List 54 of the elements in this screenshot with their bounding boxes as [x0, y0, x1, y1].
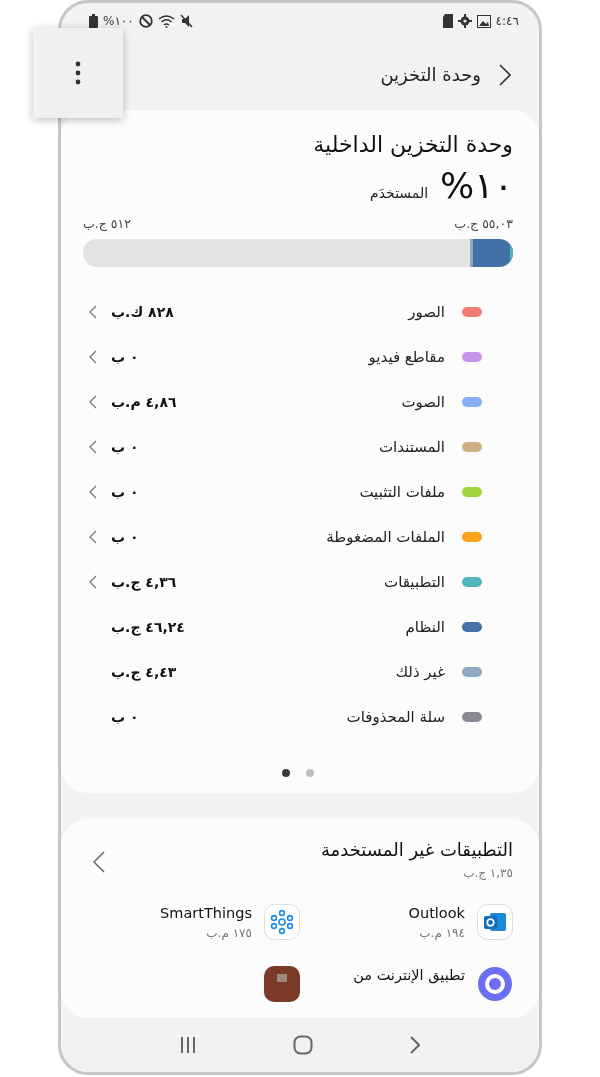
- category-label: النظام: [404, 617, 445, 636]
- used-amount: ٥٥,٠٣ ج.ب: [454, 216, 513, 231]
- app-name: تطبيق الإنترنت من: [353, 966, 465, 984]
- page-dot[interactable]: [282, 769, 290, 777]
- square-app-icon: [264, 966, 300, 1002]
- total-capacity: ٥١٢ ج.ب: [83, 216, 131, 231]
- category-size: ٠ ب: [111, 483, 140, 500]
- battery-percent: %١٠٠: [103, 14, 134, 28]
- category-size: ٤٦,٢٤ ج.ب: [111, 618, 186, 635]
- category-size: ٨٢٨ ك.ب: [111, 303, 175, 320]
- settings-icon: [457, 14, 472, 28]
- category-size: ٤,٨٦ م.ب: [111, 393, 178, 410]
- circle-app-icon: [477, 966, 513, 1002]
- mute-icon: [179, 14, 193, 28]
- back-nav-icon[interactable]: [410, 1036, 421, 1054]
- category-label: غير ذلك: [394, 662, 445, 681]
- category-size: ٠ ب: [111, 348, 140, 365]
- section-size: ١,٣٥ ج.ب: [462, 866, 513, 880]
- category-label: التطبيقات: [383, 572, 445, 591]
- app-name: Outlook: [408, 904, 465, 922]
- app-size: ١٩٤ م.ب: [418, 926, 465, 940]
- do-not-disturb-icon: [138, 14, 153, 28]
- recent-apps-icon[interactable]: [179, 1036, 196, 1054]
- battery-icon: [89, 14, 98, 28]
- envelope-app-icon: [477, 904, 513, 940]
- chevron-icon[interactable]: [93, 851, 105, 873]
- clock: ٤:٤٦: [495, 14, 519, 28]
- section-title: التطبيقات غير المستخدمة: [319, 839, 513, 860]
- app-size: ١٧٥ م.ب: [205, 926, 252, 940]
- back-icon[interactable]: [499, 63, 511, 86]
- category-size: ٤,٣٦ ج.ب: [111, 573, 178, 590]
- wifi-icon: [157, 14, 175, 28]
- more-icon: [75, 61, 81, 85]
- category-label: مقاطع فيديو: [367, 347, 445, 366]
- used-label: المستخدَم: [370, 185, 429, 201]
- category-label: الصوت: [400, 392, 445, 411]
- category-size: ٠ ب: [111, 438, 140, 455]
- category-label: الملفات المضغوطة: [325, 527, 445, 546]
- category-label: سلة المحذوفات: [345, 707, 445, 726]
- network-app-icon: [264, 904, 300, 940]
- image-icon: [476, 14, 491, 28]
- card-title: وحدة التخزين الداخلية: [312, 132, 513, 157]
- category-size: ٠ ب: [111, 528, 140, 545]
- category-label: الصور: [406, 302, 445, 321]
- category-label: ملفات التثبيت: [358, 482, 445, 501]
- category-label: المستندات: [378, 437, 445, 456]
- sd-card-icon: [442, 14, 453, 28]
- app-name: SmartThings: [160, 904, 252, 922]
- home-icon[interactable]: [293, 1035, 313, 1055]
- category-size: ٠ ب: [111, 708, 140, 725]
- page-title: وحدة التخزين: [380, 64, 481, 85]
- category-size: ٤,٤٣ ج.ب: [111, 663, 178, 680]
- page-dot[interactable]: [306, 769, 314, 777]
- used-percent: %١٠: [440, 165, 513, 206]
